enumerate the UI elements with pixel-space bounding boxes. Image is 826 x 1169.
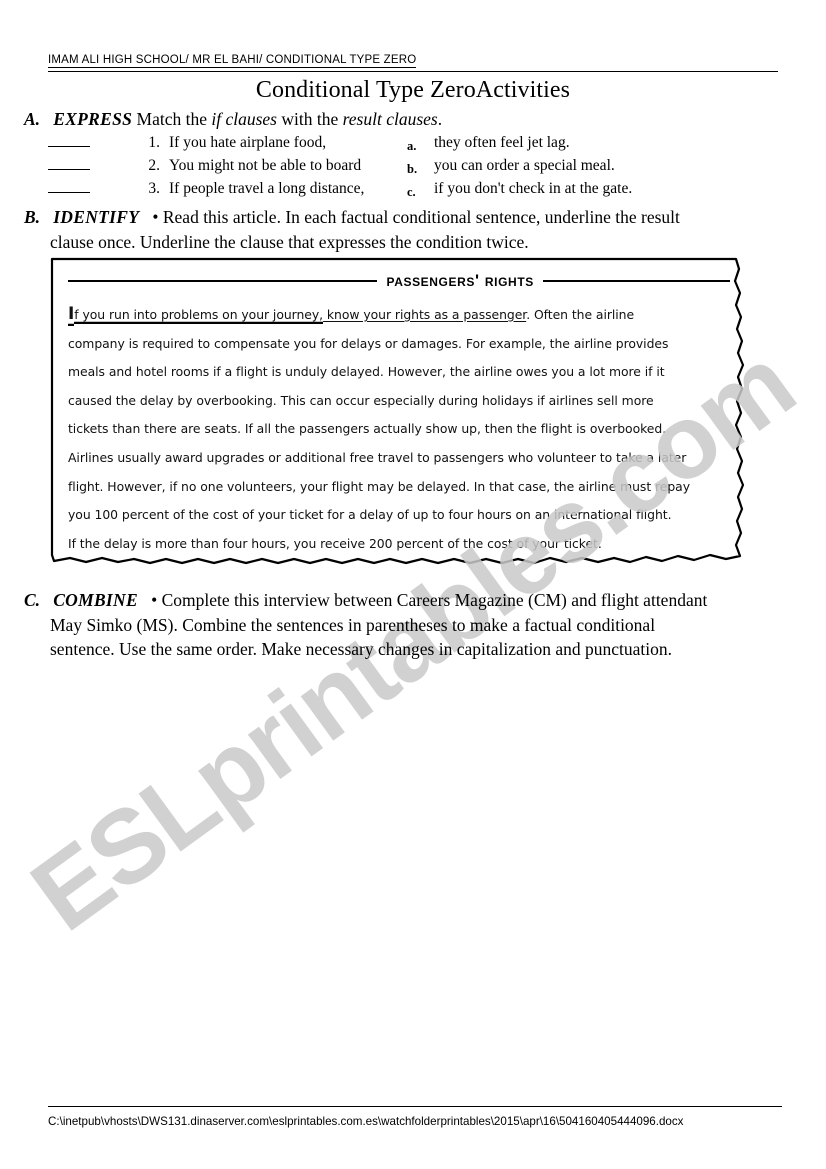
article-line-1-tail: . Often the airline <box>526 307 635 322</box>
table-row: 2. You might not be able to board b. you… <box>24 156 632 179</box>
result-clause-a: they often feel jet lag. <box>434 134 570 151</box>
exercise-a-italic-1: if clauses <box>211 109 277 129</box>
if-clause-3: If people travel a long distance, <box>169 180 365 197</box>
heading-rule-left <box>68 280 378 282</box>
article-line-2: company is required to compensate you fo… <box>68 335 669 351</box>
option-letter-c: c. <box>407 185 416 199</box>
exercise-c-line-2: May Simko (MS). Combine the sentences in… <box>50 614 656 635</box>
matching-table: 1. If you hate airplane food, a. they of… <box>24 133 632 202</box>
heading-rule-right <box>542 280 730 282</box>
exercise-a-text-1: Match the <box>136 109 212 129</box>
article-line-6: Airlines usually award upgrades or addit… <box>68 449 687 465</box>
answer-blank-1[interactable] <box>24 133 134 156</box>
exercise-a-text-2: with the <box>276 109 343 129</box>
exercise-a-keyword: EXPRESS <box>53 109 133 129</box>
article-line-3: meals and hotel rooms if a flight is und… <box>68 364 665 380</box>
exercise-b-keyword: IDENTIFY <box>53 207 140 227</box>
result-clause-b: you can order a special meal. <box>434 157 615 174</box>
exercise-b-line-2: clause once. Underline the clause that e… <box>50 232 529 252</box>
article-content: Passengers' Rights If you run into probl… <box>50 257 764 558</box>
exercise-c-line-1: Complete this interview between Careers … <box>157 590 708 610</box>
header-divider <box>48 71 778 72</box>
option-letter-b: b. <box>407 162 418 176</box>
page-title: Conditional Type ZeroActivities <box>255 77 571 103</box>
article-line-5: tickets than there are seats. If all the… <box>68 421 667 437</box>
item-number-1: 1. <box>148 134 160 151</box>
page-header: IMAM ALI HIGH SCHOOL/ MR EL BAHI/ CONDIT… <box>48 50 778 105</box>
exercise-c-instruction: C. COMBINE • Complete this interview bet… <box>24 588 806 662</box>
exercise-c-keyword: COMBINE <box>53 590 138 610</box>
article-body: If you run into problems on your journey… <box>68 301 730 558</box>
blank-line-icon[interactable] <box>48 181 90 193</box>
exercise-b: B. IDENTIFY • Read this article. In each… <box>24 205 796 255</box>
if-clause-2: You might not be able to board <box>169 157 362 174</box>
page-footer: C:\inetpub\vhosts\DWS131.dinaserver.com\… <box>48 1106 782 1131</box>
school-header-line: IMAM ALI HIGH SCHOOL/ MR EL BAHI/ CONDIT… <box>48 54 417 68</box>
article-box: Passengers' Rights If you run into probl… <box>50 257 764 570</box>
item-number-3: 3. <box>148 180 160 197</box>
exercise-c: C. COMBINE • Complete this interview bet… <box>24 588 806 662</box>
footer-file-path: C:\inetpub\vhosts\DWS131.dinaserver.com\… <box>48 1115 684 1128</box>
table-row: 1. If you hate airplane food, a. they of… <box>24 133 632 156</box>
article-line-9: If the delay is more than four hours, yo… <box>68 535 602 551</box>
if-clause-1: If you hate airplane food, <box>169 134 327 151</box>
article-condition-underline-twice: f you run into problems on your journey, <box>74 307 324 324</box>
blank-line-icon[interactable] <box>48 158 90 170</box>
exercise-a-text-3: . <box>437 109 443 129</box>
blank-line-icon[interactable] <box>48 135 90 147</box>
answer-blank-2[interactable] <box>24 156 134 179</box>
article-title: Passengers' Rights <box>386 271 534 290</box>
footer-divider <box>48 1106 782 1107</box>
article-result-underline-once: know your rights as a passenger <box>323 307 527 322</box>
article-heading: Passengers' Rights <box>68 271 730 291</box>
article-line-4: caused the delay by overbooking. This ca… <box>68 392 654 408</box>
item-number-2: 2. <box>148 157 160 174</box>
exercise-c-line-3: sentence. Use the same order. Make neces… <box>50 639 672 659</box>
answer-blank-3[interactable] <box>24 179 134 202</box>
exercise-a-letter: A. <box>24 109 41 129</box>
exercise-a-italic-2: result clauses <box>342 109 438 129</box>
exercise-a-instruction: A. EXPRESS Match the if clauses with the… <box>24 108 804 131</box>
exercise-c-letter: C. <box>24 590 41 610</box>
worksheet-page: ESLprintables.com IMAM ALI HIGH SCHOOL/ … <box>0 0 826 1169</box>
article-line-8: you 100 percent of the cost of your tick… <box>68 507 672 523</box>
exercise-a: A. EXPRESS Match the if clauses with the… <box>24 108 804 202</box>
result-clause-c: if you don't check in at the gate. <box>434 180 633 197</box>
exercise-b-line-1: Read this article. In each factual condi… <box>158 207 680 227</box>
exercise-b-instruction: B. IDENTIFY • Read this article. In each… <box>24 205 796 255</box>
option-letter-a: a. <box>407 139 417 153</box>
article-line-1: If you run into problems on your journey… <box>68 301 730 330</box>
table-row: 3. If people travel a long distance, c. … <box>24 179 632 202</box>
exercise-b-letter: B. <box>24 207 41 227</box>
article-line-7: flight. However, if no one volunteers, y… <box>68 478 691 494</box>
